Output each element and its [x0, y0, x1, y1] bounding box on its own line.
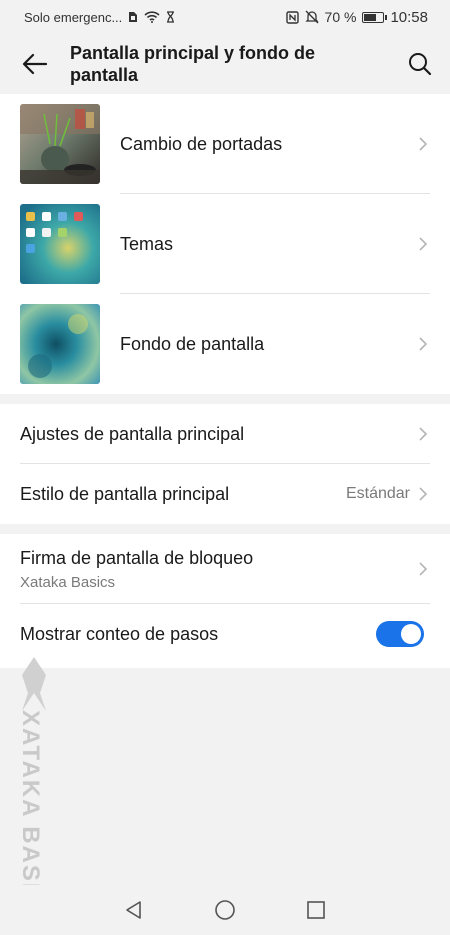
lock-signature-label: Firma de pantalla de bloqueo	[20, 548, 254, 568]
chevron-right-icon	[419, 562, 428, 576]
home-circle-icon[interactable]	[214, 899, 236, 921]
carrier-text: Solo emergenc...	[24, 9, 123, 25]
status-bar-left: Solo emergenc...	[24, 10, 175, 25]
cover-change-thumbnail	[20, 104, 100, 184]
list-item-lock-signature[interactable]: Firma de pantalla de bloqueo Xataka Basi…	[0, 534, 450, 604]
list-item-home-style[interactable]: Estilo de pantalla principal Estándar	[0, 464, 450, 524]
navigation-bar	[0, 885, 450, 935]
personalization-card: Cambio de portadas Temas Fondo de pantal…	[0, 94, 450, 394]
lock-signature-value: Xataka Basics	[20, 574, 116, 591]
search-button[interactable]	[390, 34, 450, 94]
recents-square-icon[interactable]	[306, 900, 326, 920]
chevron-right-icon	[419, 337, 428, 351]
list-item-cover-change[interactable]: Cambio de portadas	[0, 94, 450, 194]
list-item-wallpaper[interactable]: Fondo de pantalla	[0, 294, 450, 394]
back-button[interactable]	[0, 34, 70, 94]
clock: 10:58	[390, 8, 428, 26]
list-item-home-settings[interactable]: Ajustes de pantalla principal	[0, 404, 450, 464]
toggle-knob	[401, 624, 421, 644]
list-item-step-count: Mostrar conteo de pasos	[0, 604, 450, 664]
lock-screen-card: Firma de pantalla de bloqueo Xataka Basi…	[0, 534, 450, 668]
chevron-right-icon	[419, 487, 428, 501]
home-style-value: Estándar	[345, 485, 410, 502]
home-screen-card: Ajustes de pantalla principal Estilo de …	[0, 404, 450, 524]
status-bar: Solo emergenc... 70 % 10:58	[0, 0, 450, 34]
chevron-right-icon	[419, 137, 428, 151]
list-item-label: Cambio de portadas	[120, 133, 283, 154]
battery-icon	[362, 11, 388, 23]
list-item-label: Temas	[120, 233, 174, 254]
back-triangle-icon[interactable]	[124, 900, 144, 920]
status-bar-right: 70 % 10:58	[285, 8, 428, 26]
battery-percent: 70 %	[324, 9, 357, 25]
arrow-left-icon	[22, 53, 48, 75]
home-settings-label: Ajustes de pantalla principal	[20, 423, 245, 444]
hourglass-icon	[167, 11, 175, 23]
list-item-themes[interactable]: Temas	[0, 194, 450, 294]
muted-bell-icon	[304, 10, 319, 24]
app-bar: Pantalla principal y fondo de pantalla	[0, 34, 450, 94]
chevron-right-icon	[419, 237, 428, 251]
sim-icon	[129, 12, 138, 22]
chevron-right-icon	[419, 427, 428, 441]
themes-thumbnail	[20, 204, 100, 284]
list-item-label: Fondo de pantalla	[120, 333, 265, 354]
home-style-label: Estilo de pantalla principal	[20, 483, 230, 504]
wallpaper-thumbnail	[20, 304, 100, 384]
step-count-toggle[interactable]	[376, 621, 424, 647]
search-icon	[409, 53, 432, 76]
xataka-logo-icon	[22, 657, 46, 711]
wifi-icon	[144, 11, 160, 23]
page-title: Pantalla principal y fondo de pantalla	[70, 43, 316, 85]
nfc-icon	[285, 10, 299, 24]
